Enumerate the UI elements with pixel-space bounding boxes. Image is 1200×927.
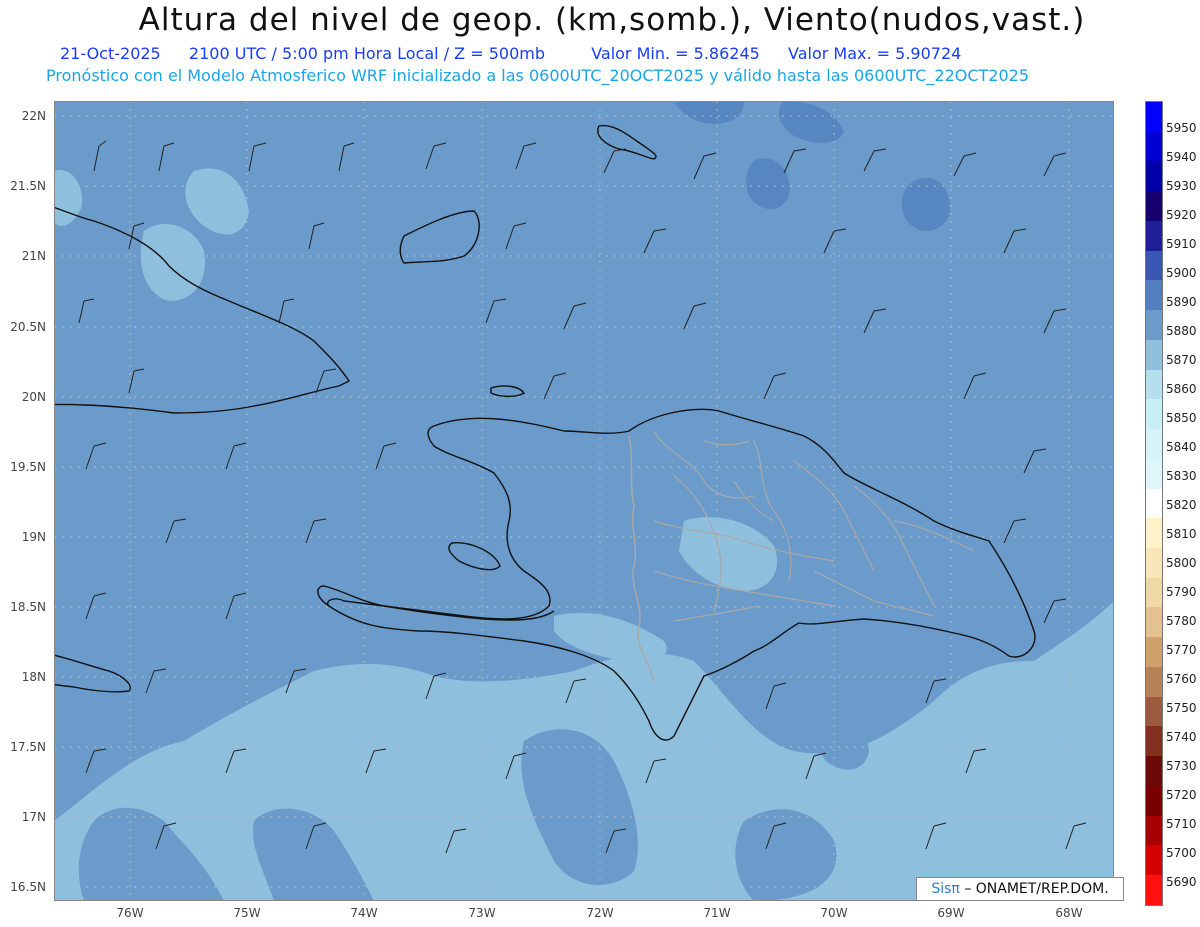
date-label: 21-Oct-2025 xyxy=(60,44,161,63)
min-value-label: Valor Min. = 5.86245 xyxy=(591,44,760,63)
colorbar-label: 5750 xyxy=(1166,701,1197,715)
colorbar-label: 5870 xyxy=(1166,353,1197,367)
colorbar-swatch xyxy=(1146,399,1162,430)
colorbar-label: 5690 xyxy=(1166,875,1197,889)
colorbar-swatch xyxy=(1146,280,1162,311)
lat-label: 21N xyxy=(21,249,46,263)
colorbar-swatch xyxy=(1146,429,1162,459)
lon-label: 73W xyxy=(468,906,496,920)
lon-label: 69W xyxy=(937,906,965,920)
colorbar-label: 5780 xyxy=(1166,614,1197,628)
lat-label: 22N xyxy=(21,109,46,123)
lon-label: 74W xyxy=(350,906,378,920)
colorbar-label: 5880 xyxy=(1166,324,1197,338)
colorbar-label: 5910 xyxy=(1166,237,1197,251)
colorbar-label: 5900 xyxy=(1166,266,1197,280)
colorbar-label: 5860 xyxy=(1166,382,1197,396)
lat-label: 16.5N xyxy=(10,880,46,894)
colorbar-label: 5850 xyxy=(1166,411,1197,425)
colorbar-label: 5770 xyxy=(1166,643,1197,657)
lat-label: 17.5N xyxy=(10,740,46,754)
colorbar-swatch xyxy=(1146,845,1162,876)
colorbar-swatch xyxy=(1146,161,1162,192)
colorbar-label: 5800 xyxy=(1166,556,1197,570)
colorbar-swatch xyxy=(1146,458,1162,489)
credit-box: Sisπ – ONAMET/REP.DOM. xyxy=(916,877,1124,901)
colorbar-label: 5830 xyxy=(1166,469,1197,483)
colorbar-swatch xyxy=(1146,726,1162,757)
colorbar-swatch xyxy=(1146,785,1162,816)
colorbar-label: 5790 xyxy=(1166,585,1197,599)
colorbar-swatch xyxy=(1146,250,1162,281)
colorbar-swatch xyxy=(1146,310,1162,340)
colorbar-swatch xyxy=(1146,607,1162,638)
subtitle-line-2: Pronóstico con el Modelo Atmosferico WRF… xyxy=(46,66,1030,85)
max-value-label: Valor Max. = 5.90724 xyxy=(788,44,962,63)
colorbar-label: 5890 xyxy=(1166,295,1197,309)
colorbar-label: 5920 xyxy=(1166,208,1197,222)
colorbar-label: 5810 xyxy=(1166,527,1197,541)
colorbar-swatch xyxy=(1146,696,1162,727)
chart-title: Altura del nivel de geop. (km,somb.), Vi… xyxy=(138,2,1086,38)
lon-label: 75W xyxy=(233,906,261,920)
map-panel xyxy=(54,101,1114,901)
lat-label: 17N xyxy=(21,810,46,824)
lon-label: 71W xyxy=(703,906,731,920)
colorbar-swatch xyxy=(1146,518,1162,549)
colorbar-label: 5760 xyxy=(1166,672,1197,686)
colorbar-label: 5940 xyxy=(1166,150,1197,164)
lon-label: 68W xyxy=(1055,906,1083,920)
colorbar-label: 5720 xyxy=(1166,788,1197,802)
lat-label: 21.5N xyxy=(10,179,46,193)
colorbar-label: 5730 xyxy=(1166,759,1197,773)
time-label: 2100 UTC / 5:00 pm Hora Local / Z = 500m… xyxy=(188,44,545,63)
colorbar-swatch xyxy=(1146,339,1162,370)
colorbar-swatch xyxy=(1146,131,1162,162)
colorbar-label: 5710 xyxy=(1166,817,1197,831)
lat-label: 19N xyxy=(21,530,46,544)
colorbar-label: 5700 xyxy=(1166,846,1197,860)
colorbar-label: 5930 xyxy=(1166,179,1197,193)
colorbar-swatch xyxy=(1146,875,1162,905)
colorbar-swatch xyxy=(1146,637,1162,667)
colorbar-label: 5740 xyxy=(1166,730,1197,744)
lat-label: 19.5N xyxy=(10,460,46,474)
colorbar-swatch xyxy=(1146,102,1162,132)
sis-logo-text: Sisπ xyxy=(931,881,960,897)
colorbar-swatch xyxy=(1146,220,1162,251)
colorbar-swatch xyxy=(1146,548,1162,578)
colorbar-swatch xyxy=(1146,488,1162,519)
credit-text: – ONAMET/REP.DOM. xyxy=(964,881,1109,897)
lat-label: 18N xyxy=(21,670,46,684)
colorbar-swatch xyxy=(1146,369,1162,400)
colorbar-swatch xyxy=(1146,577,1162,608)
colorbar-label: 5820 xyxy=(1166,498,1197,512)
colorbar-swatch xyxy=(1146,756,1162,786)
lon-label: 76W xyxy=(116,906,144,920)
colorbar-label: 5950 xyxy=(1166,121,1197,135)
colorbar-swatch xyxy=(1146,666,1162,697)
lat-label: 18.5N xyxy=(10,600,46,614)
subtitle-line-1: 21-Oct-2025 2100 UTC / 5:00 pm Hora Loca… xyxy=(60,44,961,63)
colorbar-label: 5840 xyxy=(1166,440,1197,454)
lon-label: 72W xyxy=(586,906,614,920)
lat-label: 20N xyxy=(21,390,46,404)
map-canvas xyxy=(54,101,1114,901)
lon-label: 70W xyxy=(820,906,848,920)
lat-label: 20.5N xyxy=(10,320,46,334)
colorbar xyxy=(1145,101,1163,906)
colorbar-swatch xyxy=(1146,191,1162,221)
colorbar-swatch xyxy=(1146,815,1162,846)
